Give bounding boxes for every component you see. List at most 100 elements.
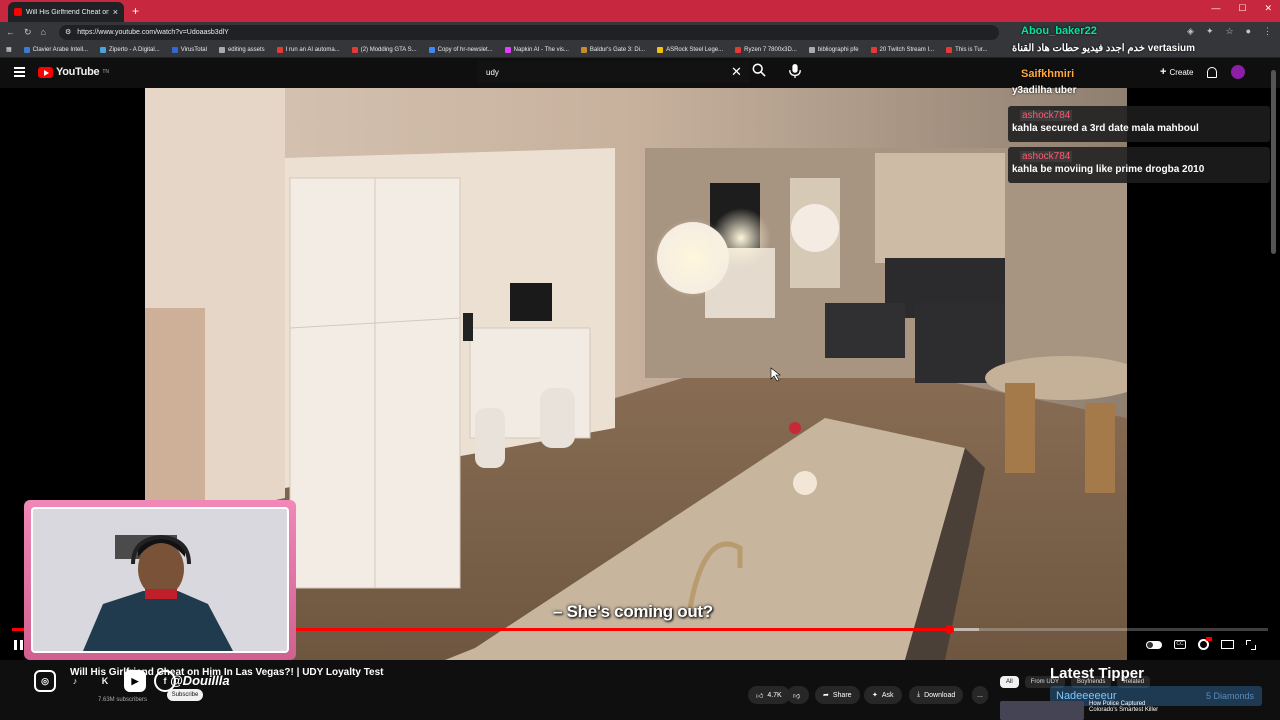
youtube-play-icon — [38, 66, 53, 78]
chip[interactable]: All — [1000, 676, 1019, 688]
bookmark-label: (2) Modding GTA S... — [360, 46, 417, 53]
browser-tab[interactable]: Will His Girlfriend Cheat on H... × — [8, 2, 124, 22]
bookmark-favicon-icon — [171, 46, 178, 53]
bookmark-label: Copy of hr-newslet... — [437, 46, 493, 53]
instagram-icon: ◎ — [34, 670, 56, 692]
bookmark-label: Ryzen 7 7800x3D... — [744, 46, 797, 53]
search-button[interactable] — [752, 63, 770, 81]
new-tab-button[interactable]: + — [132, 4, 139, 18]
download-button[interactable]: ⤓ Download — [909, 686, 964, 704]
home-icon[interactable]: ⌂ — [41, 27, 46, 37]
related-video[interactable]: How Police Captured Colorado's Smartest … — [1000, 701, 1169, 720]
back-icon[interactable]: ← — [6, 27, 15, 37]
bookmark-item[interactable]: I run an AI automa... — [276, 46, 340, 53]
reload-icon[interactable]: ↻ — [24, 27, 32, 38]
close-tab-icon[interactable]: × — [113, 7, 118, 17]
url-text: https://www.youtube.com/watch?v=Udoaasb3… — [77, 28, 229, 36]
settings-gear-icon[interactable] — [1198, 637, 1212, 650]
microphone-icon — [789, 64, 801, 78]
bookmark-item[interactable]: Baldur's Gate 3: Di... — [580, 46, 646, 53]
more-actions-button[interactable]: ... — [972, 686, 988, 704]
ask-button[interactable]: ✦ Ask — [864, 686, 902, 704]
bookmark-favicon-icon — [808, 46, 815, 53]
bookmark-favicon-icon — [946, 46, 953, 53]
chat-message-card: ashock784 kahla be moviing like prime dr… — [1008, 147, 1270, 183]
bookmark-item[interactable]: Clavier Arabe Intell... — [23, 46, 89, 53]
maximize-icon[interactable]: ☐ — [1238, 3, 1246, 14]
bookmark-label: 20 Twitch Stream I... — [879, 46, 935, 53]
chat-username: Abou_baker22 — [1021, 25, 1097, 37]
bookmark-item[interactable]: (2) Modding GTA S... — [351, 46, 417, 53]
address-bar[interactable]: ⚙ https://www.youtube.com/watch?v=Udoaas… — [58, 24, 999, 40]
bookmark-label: This is Tur... — [955, 46, 988, 53]
download-label: Download — [924, 691, 956, 699]
bookmark-label: Clavier Arabe Intell... — [32, 46, 89, 53]
related-video-title[interactable]: How Police Captured Colorado's Smartest … — [1089, 701, 1169, 713]
chat-username: ashock784 — [1020, 151, 1073, 162]
stream-chat-overlay: Abou_baker22 خدم اجدد فيديو حطات هاد الق… — [1008, 22, 1280, 184]
bookmark-label: bibliographi pfe — [817, 46, 859, 53]
chat-message: y3adilha uber — [1012, 85, 1077, 96]
video-subtitle: – She's coming out? — [553, 602, 713, 621]
bookmark-favicon-icon — [218, 46, 225, 53]
dislike-button[interactable]: 👎︎ — [787, 686, 809, 704]
bookmark-item[interactable]: This is Tur... — [946, 46, 988, 53]
bookmark-favicon-icon — [23, 46, 30, 53]
subscribe-button[interactable]: Subscribe — [167, 689, 203, 701]
youtube-favicon-icon — [14, 8, 22, 16]
captions-icon[interactable]: CC — [1174, 640, 1186, 649]
chat-username: ashock784 — [1020, 110, 1073, 121]
share-button[interactable]: ➦ Share — [815, 686, 860, 704]
scrubber-handle[interactable] — [944, 625, 954, 634]
bookmark-item[interactable]: Napkin AI - The vis... — [504, 46, 569, 53]
share-icon: ➦ — [823, 692, 829, 699]
bookmark-label: Baldur's Gate 3: Di... — [589, 46, 646, 53]
bookmark-label: editing assets — [227, 46, 265, 53]
tab-title: Will His Girlfriend Cheat on H... — [26, 8, 109, 16]
bookmark-favicon-icon — [735, 46, 742, 53]
close-window-icon[interactable]: ✕ — [1264, 3, 1272, 14]
apps-icon[interactable]: ▦ — [6, 46, 12, 53]
bookmark-item[interactable]: Copy of hr-newslet... — [428, 46, 493, 53]
bookmark-item[interactable]: bibliographi pfe — [808, 46, 859, 53]
autoplay-toggle[interactable] — [1146, 640, 1162, 649]
bookmark-label: ASRock Steel Lege... — [666, 46, 724, 53]
bookmark-favicon-icon — [351, 46, 358, 53]
tipper-amount: 5 Diamonds — [1205, 691, 1254, 701]
country-code: TN — [102, 69, 109, 75]
youtube-logo[interactable]: YouTube TN — [38, 66, 109, 78]
bookmark-favicon-icon — [428, 46, 435, 53]
voice-search-button[interactable] — [788, 63, 804, 81]
bookmark-favicon-icon — [580, 46, 587, 53]
streamer-webcam — [24, 500, 296, 660]
bookmark-label: I run an AI automa... — [285, 46, 340, 53]
bookmark-item[interactable]: editing assets — [218, 46, 265, 53]
search-input[interactable] — [478, 61, 750, 83]
site-info-icon[interactable]: ⚙ — [65, 28, 71, 36]
clear-search-icon[interactable]: ✕ — [731, 64, 742, 80]
chat-message: kahla be moviing like prime drogba 2010 — [1012, 164, 1205, 175]
search-icon — [752, 63, 766, 77]
like-button[interactable]: 👍︎ 4.7K — [748, 686, 790, 704]
bookmark-item[interactable]: ASRock Steel Lege... — [657, 46, 724, 53]
fullscreen-icon[interactable] — [1246, 639, 1256, 650]
bookmark-item[interactable]: Ziperto - A Digital... — [100, 46, 160, 53]
window-controls: — ☐ ✕ — [1211, 3, 1272, 14]
bookmark-favicon-icon — [870, 46, 877, 53]
bookmark-item[interactable]: 20 Twitch Stream I... — [870, 46, 935, 53]
hamburger-menu-icon[interactable] — [14, 67, 25, 77]
chat-message: خدم اجدد فيديو حطات هاد القناة vertasium — [1012, 43, 1196, 54]
minimize-icon[interactable]: — — [1211, 3, 1220, 14]
bookmark-favicon-icon — [657, 46, 664, 53]
ask-label: Ask — [881, 691, 894, 699]
streamer-handle: @Douillla — [170, 673, 230, 688]
bookmark-favicon-icon — [100, 46, 107, 53]
bookmark-item[interactable]: Ryzen 7 7800x3D... — [735, 46, 797, 53]
bookmark-label: Ziperto - A Digital... — [109, 46, 160, 53]
bookmark-item[interactable]: VirusTotal — [171, 46, 207, 53]
theater-mode-icon[interactable] — [1221, 640, 1234, 649]
related-video-thumbnail[interactable] — [1000, 701, 1084, 720]
screen: Will His Girlfriend Cheat on H... × + — … — [0, 0, 1280, 720]
thumbs-up-icon: 👍︎ — [756, 692, 764, 700]
pause-button[interactable] — [14, 640, 23, 650]
